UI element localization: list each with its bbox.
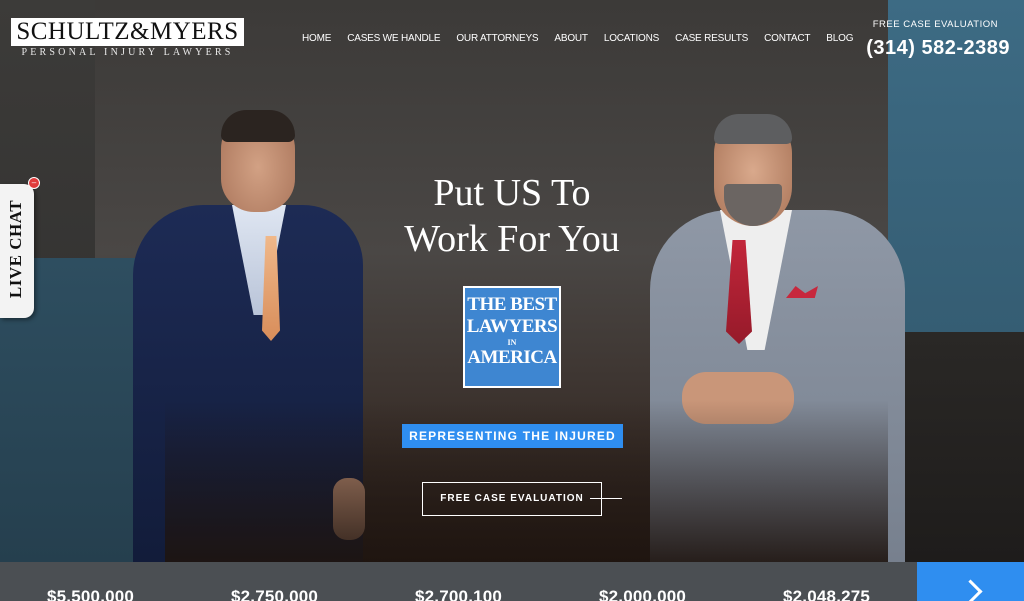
nav-item-locations[interactable]: LOCATIONS xyxy=(604,32,659,46)
logo-main-text: SCHULTZ&MYERS xyxy=(11,18,244,46)
case-result-amount: $2,048,275 xyxy=(783,587,871,601)
badge-line1: THE BEST xyxy=(467,294,557,315)
badge-line2: LAWYERS xyxy=(466,316,558,337)
representing-injured-tagline: REPRESENTING THE INJURED xyxy=(402,424,623,448)
nav-item-our-attorneys[interactable]: OUR ATTORNEYS xyxy=(456,32,538,46)
nav-item-home[interactable]: HOME xyxy=(302,32,331,46)
case-result-amount: $5,500,000 xyxy=(47,587,135,601)
phone-number-link[interactable]: (314) 582-2389 xyxy=(866,35,1010,61)
free-case-evaluation-button[interactable]: FREE CASE EVALUATION xyxy=(422,482,602,516)
results-next-button[interactable] xyxy=(917,562,1024,601)
hero-section xyxy=(0,0,1024,562)
case-result-amount: $2,700,100 xyxy=(415,587,503,601)
live-chat-tab[interactable]: LIVE CHAT xyxy=(0,184,34,318)
badge-line4: AMERICA xyxy=(467,347,557,368)
hero-headline-line2: Work For You xyxy=(404,218,620,260)
case-result-amount: $2,750,000 xyxy=(231,587,319,601)
logo-subtitle: PERSONAL INJURY LAWYERS xyxy=(21,47,234,58)
cta-decorative-line xyxy=(590,498,622,499)
best-lawyers-badge: THE BEST LAWYERS IN AMERICA xyxy=(463,286,561,388)
chevron-right-icon xyxy=(958,579,983,601)
nav-item-cases-we-handle[interactable]: CASES WE HANDLE xyxy=(347,32,440,46)
attorney-left-hair xyxy=(221,110,295,142)
badge-line3: IN xyxy=(507,338,517,347)
header-contact: FREE CASE EVALUATION (314) 582-2389 xyxy=(866,19,1010,61)
case-results-bar: $5,500,000 $2,750,000 $2,700,100 $2,000,… xyxy=(0,562,1024,601)
main-nav: HOME CASES WE HANDLE OUR ATTORNEYS ABOUT… xyxy=(302,32,869,46)
case-result-amount: $2,000,000 xyxy=(599,587,687,601)
background-panel xyxy=(888,332,1024,562)
nav-item-case-results[interactable]: CASE RESULTS xyxy=(675,32,748,46)
free-case-evaluation-label: FREE CASE EVALUATION xyxy=(872,19,998,30)
nav-item-blog[interactable]: BLOG xyxy=(826,32,853,46)
logo[interactable]: SCHULTZ&MYERS PERSONAL INJURY LAWYERS xyxy=(11,18,244,58)
live-chat-notification-icon[interactable]: – xyxy=(28,177,40,189)
live-chat-label: LIVE CHAT xyxy=(6,199,25,299)
hero-headline: Put US To Work For You xyxy=(362,170,662,262)
hero-headline-line1: Put US To xyxy=(433,172,591,214)
attorney-right-hair xyxy=(714,114,792,144)
nav-item-contact[interactable]: CONTACT xyxy=(764,32,810,46)
nav-item-about[interactable]: ABOUT xyxy=(554,32,588,46)
